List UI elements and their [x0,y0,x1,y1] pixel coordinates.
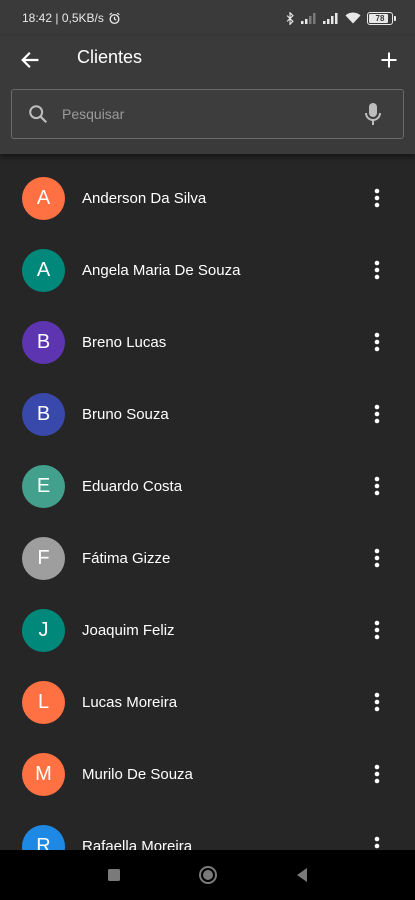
more-options-button[interactable] [365,831,389,850]
avatar: J [22,608,65,652]
more-options-button[interactable] [365,399,389,429]
navigation-bar [0,850,415,900]
add-client-button[interactable] [373,44,405,76]
status-bar: 18:42 | 0,5KB/s 78 [0,0,415,36]
list-item[interactable]: B Bruno Souza [0,378,415,450]
list-item[interactable]: J Joaquim Feliz [0,594,415,666]
search-icon [26,102,50,126]
list-item[interactable]: M Murilo De Souza [0,738,415,810]
more-options-button[interactable] [365,759,389,789]
list-item[interactable]: R Rafaella Moreira [0,810,415,850]
more-options-button[interactable] [365,543,389,573]
more-vertical-icon [374,332,380,352]
more-options-button[interactable] [365,615,389,645]
avatar: A [22,176,65,220]
search-bar[interactable] [11,89,404,139]
avatar: B [22,392,65,436]
list-item[interactable]: F Fátima Gizze [0,522,415,594]
avatar: L [22,680,65,724]
battery-level: 78 [375,13,385,23]
plus-icon [381,52,397,68]
more-vertical-icon [374,620,380,640]
back-button[interactable] [14,44,46,76]
avatar: M [22,752,65,796]
more-options-button[interactable] [365,255,389,285]
signal-icon [301,12,317,24]
list-item[interactable]: B Breno Lucas [0,306,415,378]
home-icon [199,866,217,884]
status-time-speed: 18:42 | 0,5KB/s [22,11,104,25]
avatar: R [22,824,65,850]
client-list: A Anderson Da Silva A Angela Maria De So… [0,154,415,850]
recent-apps-icon [108,869,120,881]
status-left: 18:42 | 0,5KB/s [22,11,121,25]
alarm-icon [108,12,121,25]
more-vertical-icon [374,764,380,784]
more-vertical-icon [374,548,380,568]
avatar: F [22,536,65,580]
more-vertical-icon [374,188,380,208]
client-name: Joaquim Feliz [82,621,175,639]
client-name: Bruno Souza [82,405,169,423]
arrow-left-icon [21,52,39,68]
microphone-icon[interactable] [361,102,385,126]
wifi-icon [345,12,361,24]
client-name: Fátima Gizze [82,549,171,567]
more-vertical-icon [374,404,380,424]
client-name: Anderson Da Silva [82,189,207,207]
back-icon [297,868,307,882]
app-bar: Clientes [0,36,415,154]
client-name: Rafaella Moreira [82,837,193,851]
client-name: Murilo De Souza [82,765,193,783]
more-options-button[interactable] [365,471,389,501]
bluetooth-icon [285,11,295,25]
more-options-button[interactable] [365,183,389,213]
status-right: 78 [285,11,396,25]
more-options-button[interactable] [365,327,389,357]
more-options-button[interactable] [365,687,389,717]
list-item[interactable]: A Anderson Da Silva [0,162,415,234]
toolbar: Clientes [0,36,415,82]
battery-icon: 78 [367,11,396,25]
avatar: A [22,248,65,292]
page-title: Clientes [77,47,143,67]
client-name: Breno Lucas [82,333,167,351]
list-item[interactable]: L Lucas Moreira [0,666,415,738]
client-name: Eduardo Costa [82,477,183,495]
signal-icon [323,12,339,24]
more-vertical-icon [374,476,380,496]
more-vertical-icon [374,260,380,280]
recent-apps-button[interactable] [102,863,126,887]
avatar: E [22,464,65,508]
avatar: B [22,320,65,364]
more-vertical-icon [374,836,380,849]
client-name: Lucas Moreira [82,693,178,711]
home-button[interactable] [196,863,220,887]
list-item[interactable]: E Eduardo Costa [0,450,415,522]
back-nav-button[interactable] [290,863,314,887]
list-item[interactable]: A Angela Maria De Souza [0,234,415,306]
search-input[interactable] [62,90,361,138]
client-name: Angela Maria De Souza [82,261,241,279]
more-vertical-icon [374,692,380,712]
